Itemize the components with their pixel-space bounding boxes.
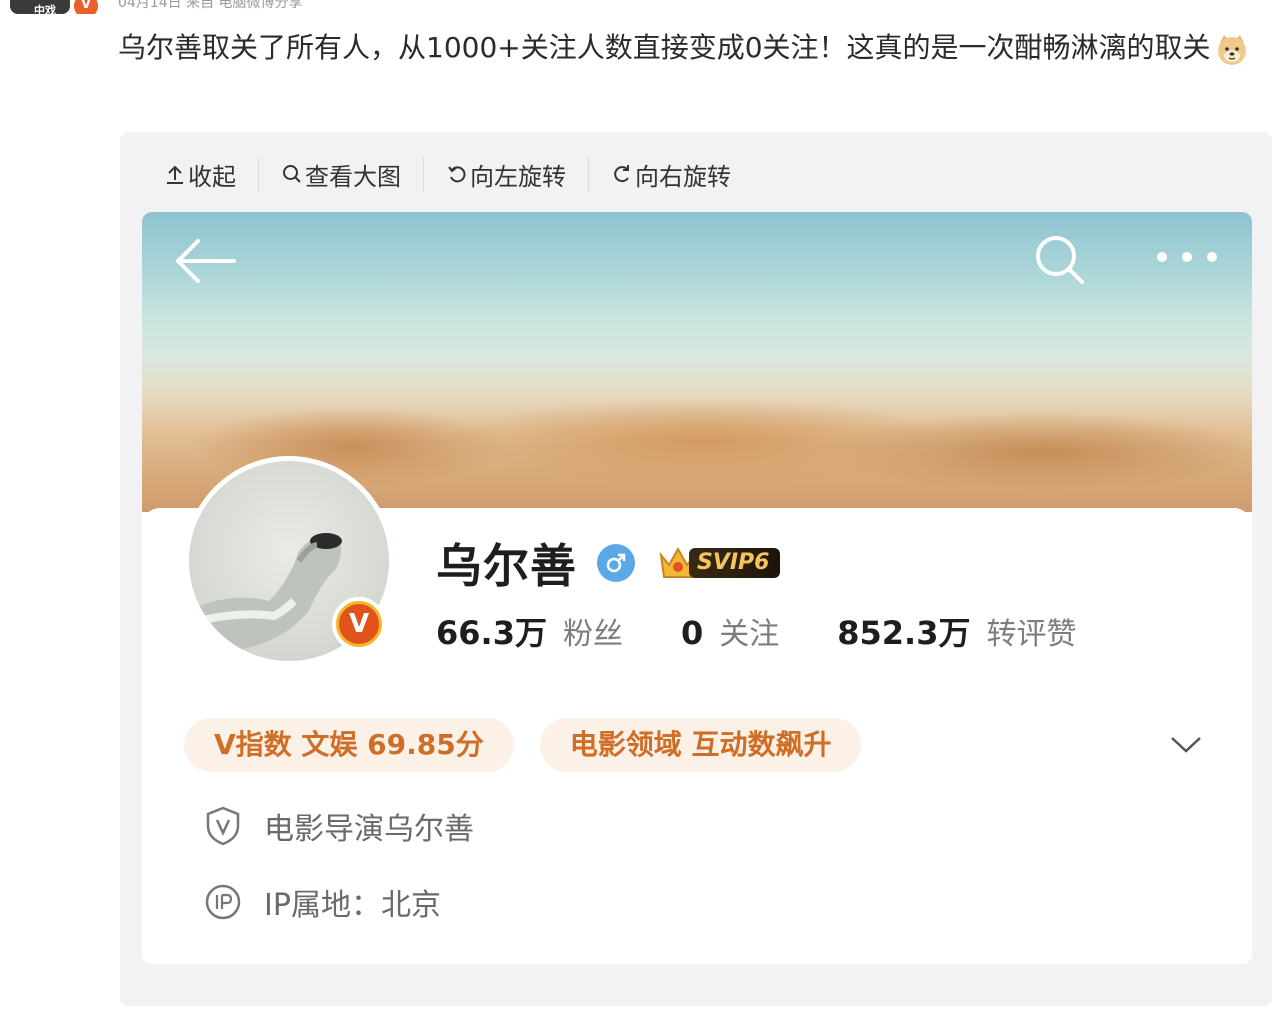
chevron-down-icon[interactable] — [1168, 732, 1204, 756]
tag-v-index[interactable]: V指数 文娱 69.85分 — [184, 718, 514, 772]
stat-following[interactable]: 0 关注 — [681, 609, 779, 653]
certification-text: 电影导演乌尔善 — [264, 812, 474, 847]
name-row: 乌尔善 SVIP6 — [436, 530, 780, 596]
tags-row: V指数 文娱 69.85分 电影领域 互动数飙升 — [184, 718, 887, 772]
stat-followers[interactable]: 66.3万 粉丝 — [436, 608, 623, 654]
shield-icon — [206, 806, 240, 846]
collapse-icon — [167, 165, 183, 184]
image-toolbar: 收起 查看大图 向左旋转 向右旋转 — [160, 154, 753, 194]
search-icon — [283, 165, 301, 183]
certification-row: 电影导演乌尔善 — [204, 804, 474, 848]
ip-location-row: IP属地：北京 — [204, 880, 441, 924]
post-body: 乌尔善取关了所有人，从1000+关注人数直接变成0关注！这真的是一次酣畅淋漓的取… — [118, 22, 1258, 74]
stat-label: 粉丝 — [562, 617, 623, 652]
tag-movie-domain[interactable]: 电影领域 互动数飙升 — [539, 718, 862, 772]
post-text: 乌尔善取关了所有人，从1000+关注人数直接变成0关注！这真的是一次酣畅淋漓的取… — [118, 31, 1211, 64]
verified-badge-letter: V — [336, 601, 382, 647]
rotate-right-label: 向右旋转 — [635, 162, 731, 191]
stat-label: 转评赞 — [986, 617, 1077, 652]
profile-screenshot[interactable]: V 乌尔善 SVIP6 66.3万 粉丝 0 关注 852.3万 转评赞 V指数… — [142, 212, 1252, 964]
username: 乌尔善 — [436, 539, 577, 593]
author-avatar[interactable]: 中戏 — [10, 0, 70, 14]
author-avatar-label: 中戏 — [34, 4, 56, 14]
post-header: 中戏 V 04月14日 来自 电脑微博分享 — [0, 0, 1280, 14]
rotate-left-label: 向左旋转 — [470, 162, 566, 191]
rotate-left-button[interactable]: 向左旋转 — [424, 156, 589, 192]
rotate-right-icon — [614, 165, 629, 183]
rotate-left-icon — [448, 166, 466, 183]
more-icon[interactable] — [1152, 246, 1222, 268]
back-arrow-icon[interactable] — [172, 236, 238, 286]
svip-badge[interactable]: SVIP6 — [657, 543, 780, 583]
view-large-button[interactable]: 查看大图 — [259, 156, 424, 192]
collapse-label: 收起 — [188, 162, 236, 191]
ip-location-text: IP属地：北京 — [264, 888, 441, 923]
stat-value: 852.3万 — [837, 614, 971, 652]
view-large-label: 查看大图 — [305, 162, 401, 191]
rotate-right-button[interactable]: 向右旋转 — [589, 157, 753, 192]
post-meta: 04月14日 来自 电脑微博分享 — [118, 0, 303, 11]
search-icon[interactable] — [1032, 232, 1088, 288]
collapse-button[interactable]: 收起 — [160, 156, 259, 192]
stat-reposts-comments-likes[interactable]: 852.3万 转评赞 — [837, 608, 1076, 654]
stats-row: 66.3万 粉丝 0 关注 852.3万 转评赞 — [436, 608, 1134, 658]
svip-label: SVIP6 — [689, 548, 780, 578]
verified-badge: V — [332, 597, 386, 651]
male-gender-icon — [597, 544, 635, 582]
doge-emoji-icon — [1215, 32, 1249, 66]
author-verified-badge: V — [72, 0, 100, 14]
stat-label: 关注 — [719, 617, 780, 652]
stat-value: 0 — [680, 614, 704, 652]
ip-icon — [205, 884, 241, 920]
stat-value: 66.3万 — [436, 614, 547, 652]
